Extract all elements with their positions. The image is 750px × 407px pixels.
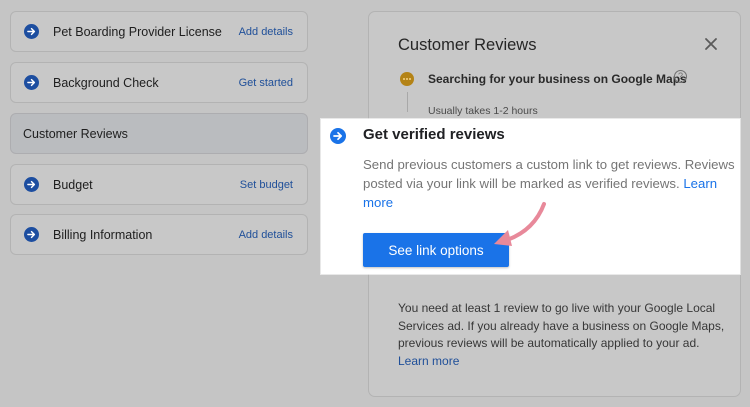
learn-more-link[interactable]: Learn more — [398, 354, 459, 368]
checklist-item-pet-boarding[interactable]: Pet Boarding Provider License Add detail… — [10, 11, 308, 52]
set-budget-link[interactable]: Set budget — [240, 179, 293, 191]
see-link-options-button[interactable]: See link options — [363, 233, 509, 267]
timeline-connector — [407, 92, 408, 112]
checklist-item-budget[interactable]: Budget Set budget — [10, 164, 308, 205]
checklist-item-label: Customer Reviews — [23, 126, 128, 141]
callout-title: Get verified reviews — [363, 126, 505, 143]
checklist-item-customer-reviews[interactable]: Customer Reviews — [10, 113, 308, 154]
callout-text: Send previous customers a custom link to… — [363, 157, 735, 191]
help-icon[interactable]: ? — [674, 70, 687, 83]
checklist-item-label: Billing Information — [53, 227, 153, 242]
checklist-item-background-check[interactable]: Background Check Get started — [10, 62, 308, 103]
panel-title: Customer Reviews — [398, 36, 537, 54]
note-text: You need at least 1 review to go live wi… — [398, 301, 725, 350]
status-pending-icon — [400, 72, 414, 86]
status-text: Searching for your business on Google Ma… — [428, 72, 687, 86]
arrow-right-icon — [24, 177, 39, 192]
close-icon[interactable] — [704, 37, 718, 51]
checklist-item-billing[interactable]: Billing Information Add details — [10, 214, 308, 255]
add-details-link[interactable]: Add details — [239, 26, 293, 38]
arrow-right-icon — [24, 75, 39, 90]
checklist-item-label: Background Check — [53, 75, 159, 90]
add-details-link[interactable]: Add details — [239, 229, 293, 241]
arrow-right-icon — [24, 24, 39, 39]
status-subtext: Usually takes 1-2 hours — [428, 105, 538, 117]
checklist-item-label: Budget — [53, 177, 93, 192]
arrow-right-icon — [24, 227, 39, 242]
callout-body: Send previous customers a custom link to… — [363, 155, 739, 212]
review-requirement-note: You need at least 1 review to go live wi… — [398, 300, 728, 370]
checklist-item-label: Pet Boarding Provider License — [53, 24, 222, 39]
get-started-link[interactable]: Get started — [239, 77, 293, 89]
arrow-right-icon — [330, 128, 346, 144]
verified-reviews-callout: Get verified reviews Send previous custo… — [321, 119, 740, 274]
